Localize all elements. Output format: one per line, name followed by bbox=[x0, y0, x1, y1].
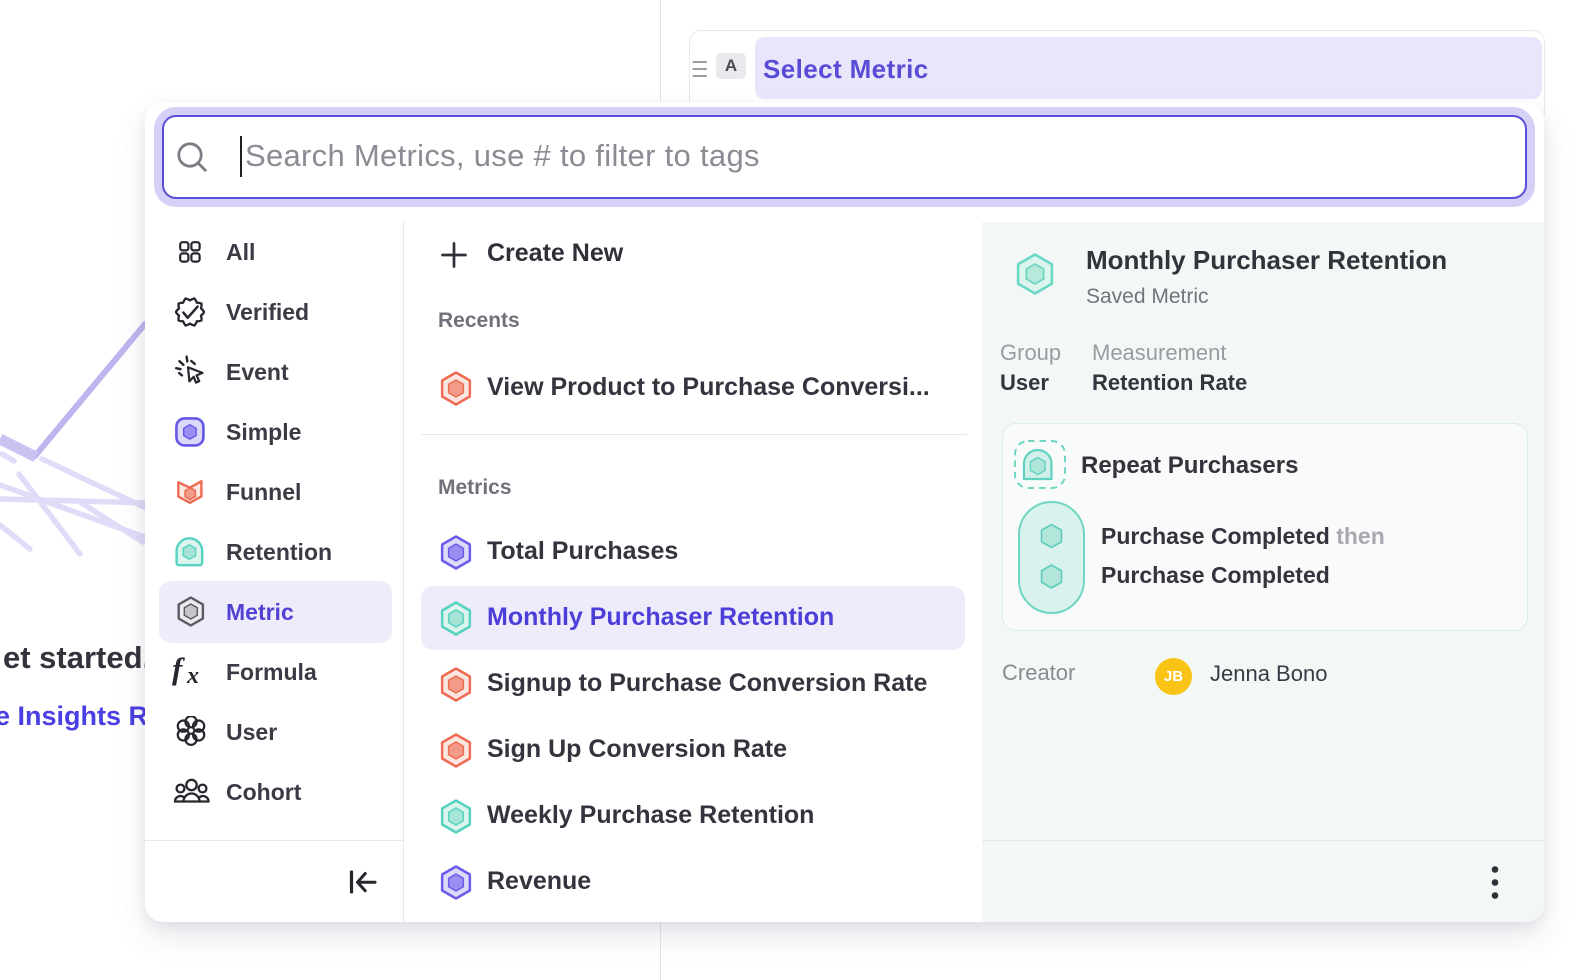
svg-text:f: f bbox=[172, 654, 185, 686]
svg-text:x: x bbox=[186, 663, 199, 689]
